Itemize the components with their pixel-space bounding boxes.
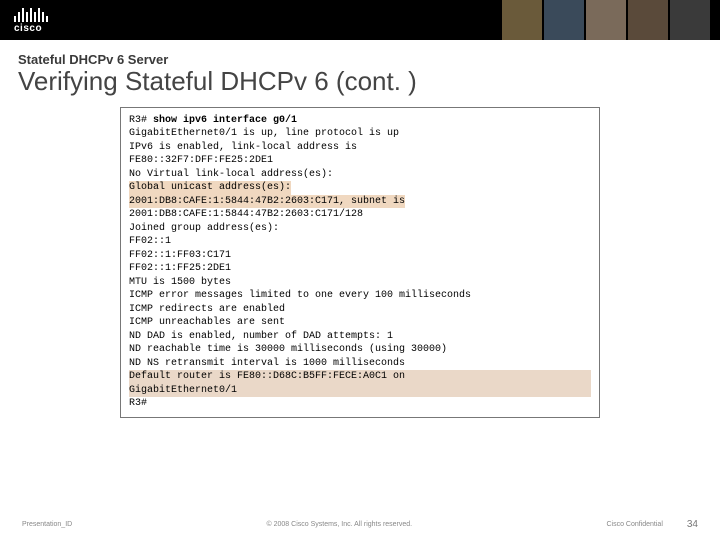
term-line: Joined group address(es): xyxy=(129,222,591,236)
header-people-strip xyxy=(500,0,710,40)
term-line: FE80::32F7:DFF:FE25:2DE1 xyxy=(129,154,591,168)
term-line: ICMP unreachables are sent xyxy=(129,316,591,330)
cisco-logo-icon: cisco xyxy=(14,6,48,34)
term-line-hl: GigabitEthernet0/1 xyxy=(129,384,591,398)
term-line: ND DAD is enabled, number of DAD attempt… xyxy=(129,330,591,344)
term-line: MTU is 1500 bytes xyxy=(129,276,591,290)
slide-title: Verifying Stateful DHCPv 6 (cont. ) xyxy=(18,67,702,97)
heading-block: Stateful DHCPv 6 Server Verifying Statef… xyxy=(0,40,720,101)
term-line-hl: 2001:DB8:CAFE:1:5844:47B2:2603:C171, sub… xyxy=(129,195,405,209)
command: show ipv6 interface g0/1 xyxy=(153,115,297,126)
prompt-end: R3# xyxy=(129,397,591,411)
confidential-label: Cisco Confidential xyxy=(606,521,662,528)
term-line: GigabitEthernet0/1 is up, line protocol … xyxy=(129,127,591,141)
term-line: ICMP redirects are enabled xyxy=(129,303,591,317)
term-line: ND NS retransmit interval is 1000 millis… xyxy=(129,357,591,371)
slide-kicker: Stateful DHCPv 6 Server xyxy=(18,52,702,67)
term-line: FF02::1:FF03:C171 xyxy=(129,249,591,263)
copyright: © 2008 Cisco Systems, Inc. All rights re… xyxy=(72,521,606,528)
terminal-output: R3# show ipv6 interface g0/1 GigabitEthe… xyxy=(120,107,600,418)
page-number: 34 xyxy=(687,519,698,530)
term-line: ND reachable time is 30000 milliseconds … xyxy=(129,343,591,357)
terminal-wrap: R3# show ipv6 interface g0/1 GigabitEthe… xyxy=(0,101,720,418)
term-line: No Virtual link-local address(es): xyxy=(129,168,591,182)
presentation-id: Presentation_ID xyxy=(22,521,72,528)
term-line-hl: Global unicast address(es): xyxy=(129,181,291,195)
term-line: FF02::1:FF25:2DE1 xyxy=(129,262,591,276)
cisco-wordmark: cisco xyxy=(14,24,48,34)
term-line: IPv6 is enabled, link-local address is xyxy=(129,141,591,155)
term-line: ICMP error messages limited to one every… xyxy=(129,289,591,303)
slide-footer: Presentation_ID © 2008 Cisco Systems, In… xyxy=(0,519,720,530)
prompt: R3# xyxy=(129,115,153,126)
term-line-hl: Default router is FE80::D68C:B5FF:FECE:A… xyxy=(129,370,591,384)
term-line: 2001:DB8:CAFE:1:5844:47B2:2603:C171/128 xyxy=(129,208,591,222)
top-bar: cisco xyxy=(0,0,720,40)
slide: cisco Stateful DHCPv 6 Server Verifying … xyxy=(0,0,720,540)
cisco-bars-icon xyxy=(14,6,48,22)
term-line: FF02::1 xyxy=(129,235,591,249)
